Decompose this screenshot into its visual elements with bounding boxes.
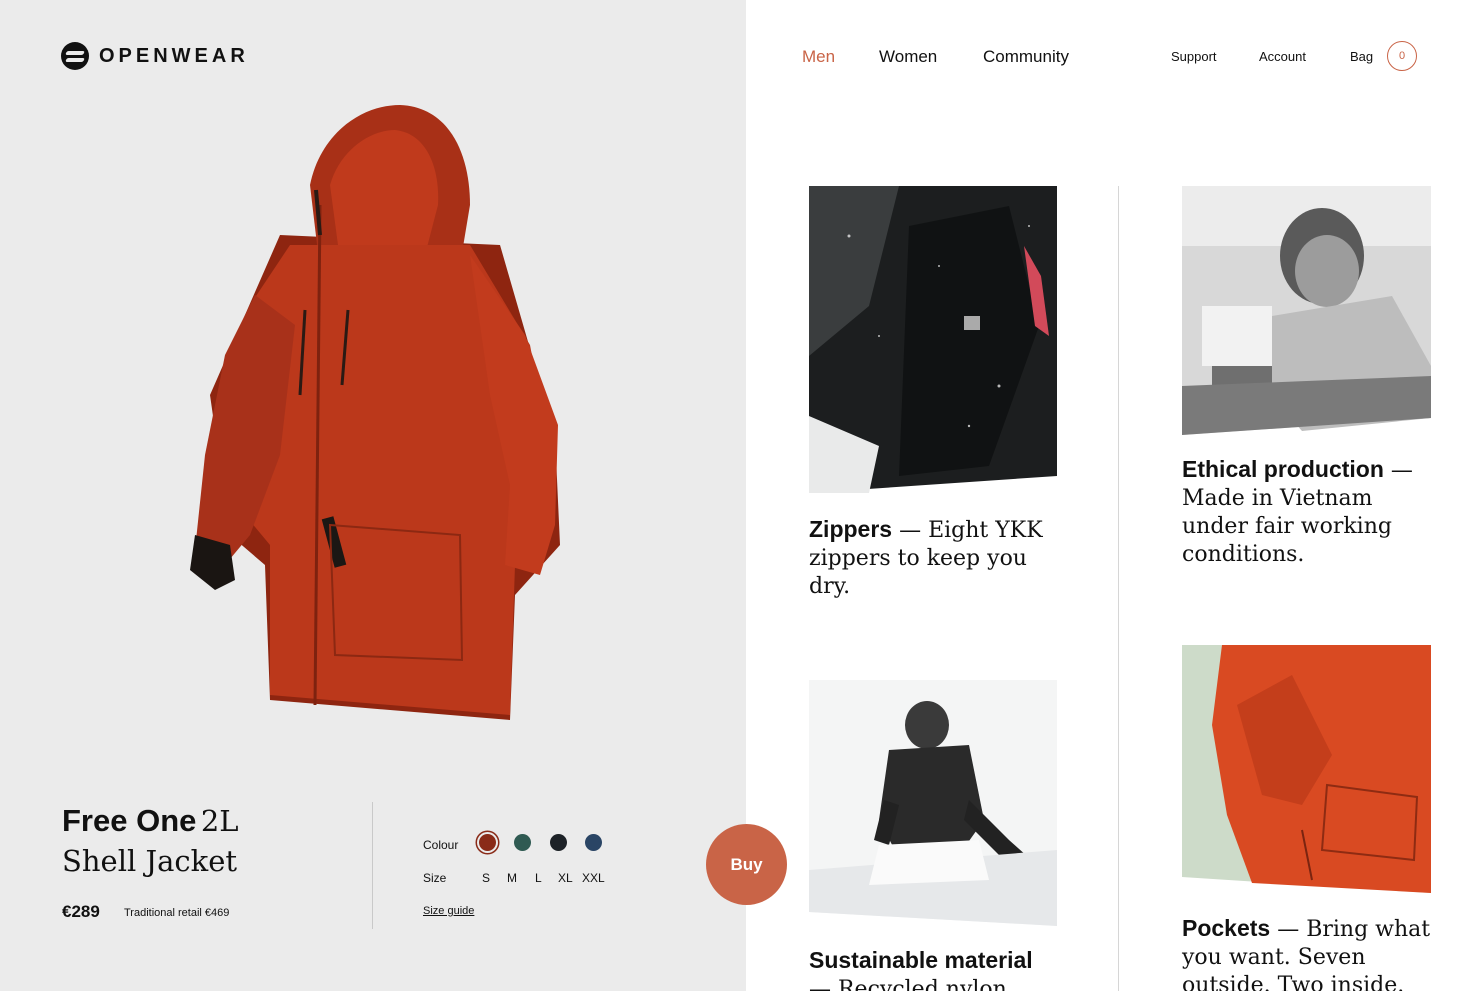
zipper-photo — [809, 186, 1057, 493]
product-panel: OPENWEAR Free One 2L Shell Jacket €289 T… — [0, 0, 746, 991]
feature-pockets-line3: outside. Two inside. — [1182, 973, 1405, 991]
feature-ethical-line2: Made in Vietnam — [1182, 486, 1373, 511]
brand-name: OPENWEAR — [99, 44, 249, 67]
jacket-illustration — [190, 105, 560, 720]
feature-image-zippers[interactable] — [809, 186, 1057, 493]
nav-community[interactable]: Community — [983, 47, 1069, 67]
feature-material-line1: — Recycled nylon — [809, 977, 1007, 991]
size-option-s[interactable]: S — [482, 871, 490, 885]
feature-zippers-line3: dry. — [809, 574, 851, 599]
colour-label: Colour — [423, 838, 459, 852]
product-title: Free One 2L Shell Jacket — [62, 803, 239, 879]
logo-mark-icon — [61, 42, 89, 70]
snow-hiker-photo — [809, 680, 1057, 926]
feature-zippers-title: Zippers — [809, 516, 893, 542]
bag-count-badge[interactable]: 0 — [1387, 41, 1417, 71]
feature-image-pockets[interactable] — [1182, 645, 1431, 893]
product-name-bold: Free One — [62, 803, 197, 838]
feature-pockets-title: Pockets — [1182, 915, 1271, 941]
feature-ethical-line4: conditions. — [1182, 542, 1305, 567]
colour-swatch-black[interactable] — [550, 834, 567, 851]
feature-zippers-text: Zippers — Eight YKK zippers to keep you … — [809, 515, 1069, 601]
feature-pockets-line2: you want. Seven — [1182, 945, 1366, 970]
size-guide-link[interactable]: Size guide — [423, 905, 474, 917]
feature-pockets-line1: — Bring what — [1270, 917, 1431, 942]
size-option-xl[interactable]: XL — [558, 871, 573, 885]
nav-bag[interactable]: Bag — [1350, 49, 1373, 64]
feature-image-ethical[interactable] — [1182, 186, 1431, 435]
size-option-xxl[interactable]: XXL — [582, 871, 605, 885]
feature-material-title: Sustainable material — [809, 947, 1033, 973]
feature-material-text: Sustainable material — Recycled nylon — [809, 946, 1089, 991]
product-image — [170, 95, 590, 735]
nav-account[interactable]: Account — [1259, 49, 1306, 64]
size-option-m[interactable]: M — [507, 871, 517, 885]
column-divider — [1118, 186, 1119, 991]
feature-ethical-title: Ethical production — [1182, 456, 1384, 482]
feature-ethical-line3: under fair working — [1182, 514, 1392, 539]
product-name-type: Shell Jacket — [62, 844, 238, 878]
buy-button[interactable]: Buy — [706, 824, 787, 905]
product-name-variant: 2L — [200, 804, 239, 838]
size-label: Size — [423, 871, 447, 885]
pocket-closeup-photo — [1182, 645, 1431, 893]
colour-swatch-green[interactable] — [514, 834, 531, 851]
divider — [372, 802, 373, 929]
nav-women[interactable]: Women — [879, 47, 937, 67]
feature-pockets-text: Pockets — Bring what you want. Seven out… — [1182, 914, 1452, 991]
feature-ethical-line1: — — [1383, 458, 1413, 483]
nav-support[interactable]: Support — [1171, 49, 1217, 64]
colour-swatch-rust[interactable] — [479, 834, 496, 851]
nav-men[interactable]: Men — [802, 47, 835, 67]
traditional-retail-price: Traditional retail €469 — [124, 907, 230, 919]
feature-ethical-text: Ethical production — Made in Vietnam und… — [1182, 455, 1442, 569]
factory-worker-photo — [1182, 186, 1431, 435]
colour-swatch-navy[interactable] — [585, 834, 602, 851]
feature-zippers-line2: zippers to keep you — [809, 546, 1027, 571]
feature-zippers-line1: — Eight YKK — [892, 518, 1043, 543]
feature-image-material[interactable] — [809, 680, 1057, 926]
size-option-l[interactable]: L — [535, 871, 542, 885]
product-price: €289 — [62, 902, 100, 921]
brand-logo[interactable]: OPENWEAR — [61, 42, 249, 70]
